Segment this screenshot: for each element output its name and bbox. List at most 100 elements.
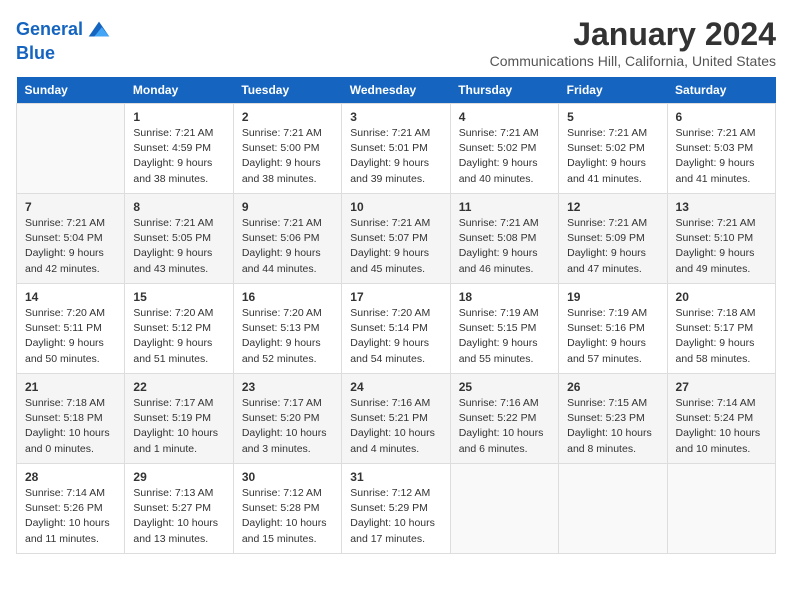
- calendar-cell: 18 Sunrise: 7:19 AM Sunset: 5:15 PM Dayli…: [450, 284, 558, 374]
- calendar-cell: 10 Sunrise: 7:21 AM Sunset: 5:07 PM Dayli…: [342, 194, 450, 284]
- day-number: 5: [567, 110, 658, 124]
- calendar-header-friday: Friday: [559, 77, 667, 104]
- day-number: 1: [133, 110, 224, 124]
- day-number: 26: [567, 380, 658, 394]
- calendar-header-monday: Monday: [125, 77, 233, 104]
- logo-blue-text: Blue: [16, 44, 113, 64]
- day-number: 4: [459, 110, 550, 124]
- calendar-cell: 8 Sunrise: 7:21 AM Sunset: 5:05 PM Daylig…: [125, 194, 233, 284]
- day-info: Sunrise: 7:21 AM Sunset: 5:00 PM Dayligh…: [242, 126, 333, 187]
- day-info: Sunrise: 7:20 AM Sunset: 5:14 PM Dayligh…: [350, 306, 441, 367]
- calendar-cell: 27 Sunrise: 7:14 AM Sunset: 5:24 PM Dayli…: [667, 374, 775, 464]
- day-number: 2: [242, 110, 333, 124]
- calendar-cell: 30 Sunrise: 7:12 AM Sunset: 5:28 PM Dayli…: [233, 464, 341, 554]
- day-info: Sunrise: 7:18 AM Sunset: 5:17 PM Dayligh…: [676, 306, 767, 367]
- calendar-cell: 4 Sunrise: 7:21 AM Sunset: 5:02 PM Daylig…: [450, 104, 558, 194]
- day-number: 8: [133, 200, 224, 214]
- calendar-week-row: 7Sunrise: 7:21 AM Sunset: 5:04 PM Daylig…: [17, 194, 776, 284]
- calendar-week-row: 14 Sunrise: 7:20 AM Sunset: 5:11 PM Dayli…: [17, 284, 776, 374]
- calendar-week-row: 28 Sunrise: 7:14 AM Sunset: 5:26 PM Dayli…: [17, 464, 776, 554]
- day-info: Sunrise: 7:21 AM Sunset: 5:03 PM Dayligh…: [676, 126, 767, 187]
- calendar-cell: 25Sunrise: 7:16 AM Sunset: 5:22 PM Dayli…: [450, 374, 558, 464]
- calendar-cell: 3Sunrise: 7:21 AM Sunset: 5:01 PM Daylig…: [342, 104, 450, 194]
- day-number: 25: [459, 380, 550, 394]
- calendar-cell: 31 Sunrise: 7:12 AM Sunset: 5:29 PM Dayli…: [342, 464, 450, 554]
- calendar-cell: 23Sunrise: 7:17 AM Sunset: 5:20 PM Dayli…: [233, 374, 341, 464]
- day-number: 12: [567, 200, 658, 214]
- day-info: Sunrise: 7:21 AM Sunset: 5:06 PM Dayligh…: [242, 216, 333, 277]
- calendar-header-saturday: Saturday: [667, 77, 775, 104]
- day-info: Sunrise: 7:12 AM Sunset: 5:29 PM Dayligh…: [350, 486, 441, 547]
- day-number: 17: [350, 290, 441, 304]
- day-number: 7: [25, 200, 116, 214]
- calendar-cell: 9 Sunrise: 7:21 AM Sunset: 5:06 PM Daylig…: [233, 194, 341, 284]
- calendar-body: 1 Sunrise: 7:21 AM Sunset: 4:59 PM Daylig…: [17, 104, 776, 554]
- day-number: 16: [242, 290, 333, 304]
- calendar-cell: [667, 464, 775, 554]
- day-info: Sunrise: 7:21 AM Sunset: 5:07 PM Dayligh…: [350, 216, 441, 277]
- day-number: 13: [676, 200, 767, 214]
- day-number: 3: [350, 110, 441, 124]
- calendar-cell: 22Sunrise: 7:17 AM Sunset: 5:19 PM Dayli…: [125, 374, 233, 464]
- day-info: Sunrise: 7:14 AM Sunset: 5:24 PM Dayligh…: [676, 396, 767, 457]
- day-info: Sunrise: 7:17 AM Sunset: 5:19 PM Dayligh…: [133, 396, 224, 457]
- day-info: Sunrise: 7:12 AM Sunset: 5:28 PM Dayligh…: [242, 486, 333, 547]
- day-info: Sunrise: 7:21 AM Sunset: 5:09 PM Dayligh…: [567, 216, 658, 277]
- day-info: Sunrise: 7:15 AM Sunset: 5:23 PM Dayligh…: [567, 396, 658, 457]
- calendar-header-tuesday: Tuesday: [233, 77, 341, 104]
- day-number: 28: [25, 470, 116, 484]
- calendar-cell: 28 Sunrise: 7:14 AM Sunset: 5:26 PM Dayli…: [17, 464, 125, 554]
- logo-text: General: [16, 20, 83, 40]
- day-number: 11: [459, 200, 550, 214]
- calendar-header-sunday: Sunday: [17, 77, 125, 104]
- day-info: Sunrise: 7:16 AM Sunset: 5:21 PM Dayligh…: [350, 396, 441, 457]
- day-info: Sunrise: 7:21 AM Sunset: 5:02 PM Dayligh…: [567, 126, 658, 187]
- calendar-header-row: SundayMondayTuesdayWednesdayThursdayFrid…: [17, 77, 776, 104]
- day-number: 14: [25, 290, 116, 304]
- main-title: January 2024: [490, 16, 776, 53]
- day-info: Sunrise: 7:20 AM Sunset: 5:13 PM Dayligh…: [242, 306, 333, 367]
- day-number: 30: [242, 470, 333, 484]
- day-info: Sunrise: 7:13 AM Sunset: 5:27 PM Dayligh…: [133, 486, 224, 547]
- day-info: Sunrise: 7:18 AM Sunset: 5:18 PM Dayligh…: [25, 396, 116, 457]
- day-info: Sunrise: 7:20 AM Sunset: 5:11 PM Dayligh…: [25, 306, 116, 367]
- calendar-cell: 17 Sunrise: 7:20 AM Sunset: 5:14 PM Dayli…: [342, 284, 450, 374]
- calendar-cell: 14 Sunrise: 7:20 AM Sunset: 5:11 PM Dayli…: [17, 284, 125, 374]
- day-number: 31: [350, 470, 441, 484]
- day-info: Sunrise: 7:21 AM Sunset: 5:08 PM Dayligh…: [459, 216, 550, 277]
- day-number: 9: [242, 200, 333, 214]
- logo-icon: [85, 16, 113, 44]
- calendar-cell: [17, 104, 125, 194]
- day-number: 18: [459, 290, 550, 304]
- calendar-cell: 12 Sunrise: 7:21 AM Sunset: 5:09 PM Dayli…: [559, 194, 667, 284]
- day-number: 21: [25, 380, 116, 394]
- calendar-cell: 15Sunrise: 7:20 AM Sunset: 5:12 PM Dayli…: [125, 284, 233, 374]
- calendar-cell: 26 Sunrise: 7:15 AM Sunset: 5:23 PM Dayli…: [559, 374, 667, 464]
- calendar-cell: 20Sunrise: 7:18 AM Sunset: 5:17 PM Dayli…: [667, 284, 775, 374]
- calendar-cell: 2 Sunrise: 7:21 AM Sunset: 5:00 PM Daylig…: [233, 104, 341, 194]
- day-number: 6: [676, 110, 767, 124]
- day-info: Sunrise: 7:21 AM Sunset: 5:02 PM Dayligh…: [459, 126, 550, 187]
- calendar-cell: 1 Sunrise: 7:21 AM Sunset: 4:59 PM Daylig…: [125, 104, 233, 194]
- day-info: Sunrise: 7:21 AM Sunset: 5:05 PM Dayligh…: [133, 216, 224, 277]
- title-block: January 2024 Communications Hill, Califo…: [490, 16, 776, 69]
- calendar-cell: 29 Sunrise: 7:13 AM Sunset: 5:27 PM Dayli…: [125, 464, 233, 554]
- calendar-cell: 24Sunrise: 7:16 AM Sunset: 5:21 PM Dayli…: [342, 374, 450, 464]
- day-info: Sunrise: 7:20 AM Sunset: 5:12 PM Dayligh…: [133, 306, 224, 367]
- calendar-header-wednesday: Wednesday: [342, 77, 450, 104]
- day-number: 27: [676, 380, 767, 394]
- logo: General Blue: [16, 16, 113, 64]
- day-info: Sunrise: 7:21 AM Sunset: 5:10 PM Dayligh…: [676, 216, 767, 277]
- calendar-cell: 19Sunrise: 7:19 AM Sunset: 5:16 PM Dayli…: [559, 284, 667, 374]
- day-info: Sunrise: 7:19 AM Sunset: 5:15 PM Dayligh…: [459, 306, 550, 367]
- calendar-week-row: 1 Sunrise: 7:21 AM Sunset: 4:59 PM Daylig…: [17, 104, 776, 194]
- calendar-cell: 7Sunrise: 7:21 AM Sunset: 5:04 PM Daylig…: [17, 194, 125, 284]
- day-info: Sunrise: 7:14 AM Sunset: 5:26 PM Dayligh…: [25, 486, 116, 547]
- calendar-cell: 5 Sunrise: 7:21 AM Sunset: 5:02 PM Daylig…: [559, 104, 667, 194]
- calendar-cell: [450, 464, 558, 554]
- day-number: 29: [133, 470, 224, 484]
- day-number: 10: [350, 200, 441, 214]
- day-info: Sunrise: 7:21 AM Sunset: 4:59 PM Dayligh…: [133, 126, 224, 187]
- page-header: General Blue January 2024 Communications…: [16, 16, 776, 69]
- calendar-cell: 13 Sunrise: 7:21 AM Sunset: 5:10 PM Dayli…: [667, 194, 775, 284]
